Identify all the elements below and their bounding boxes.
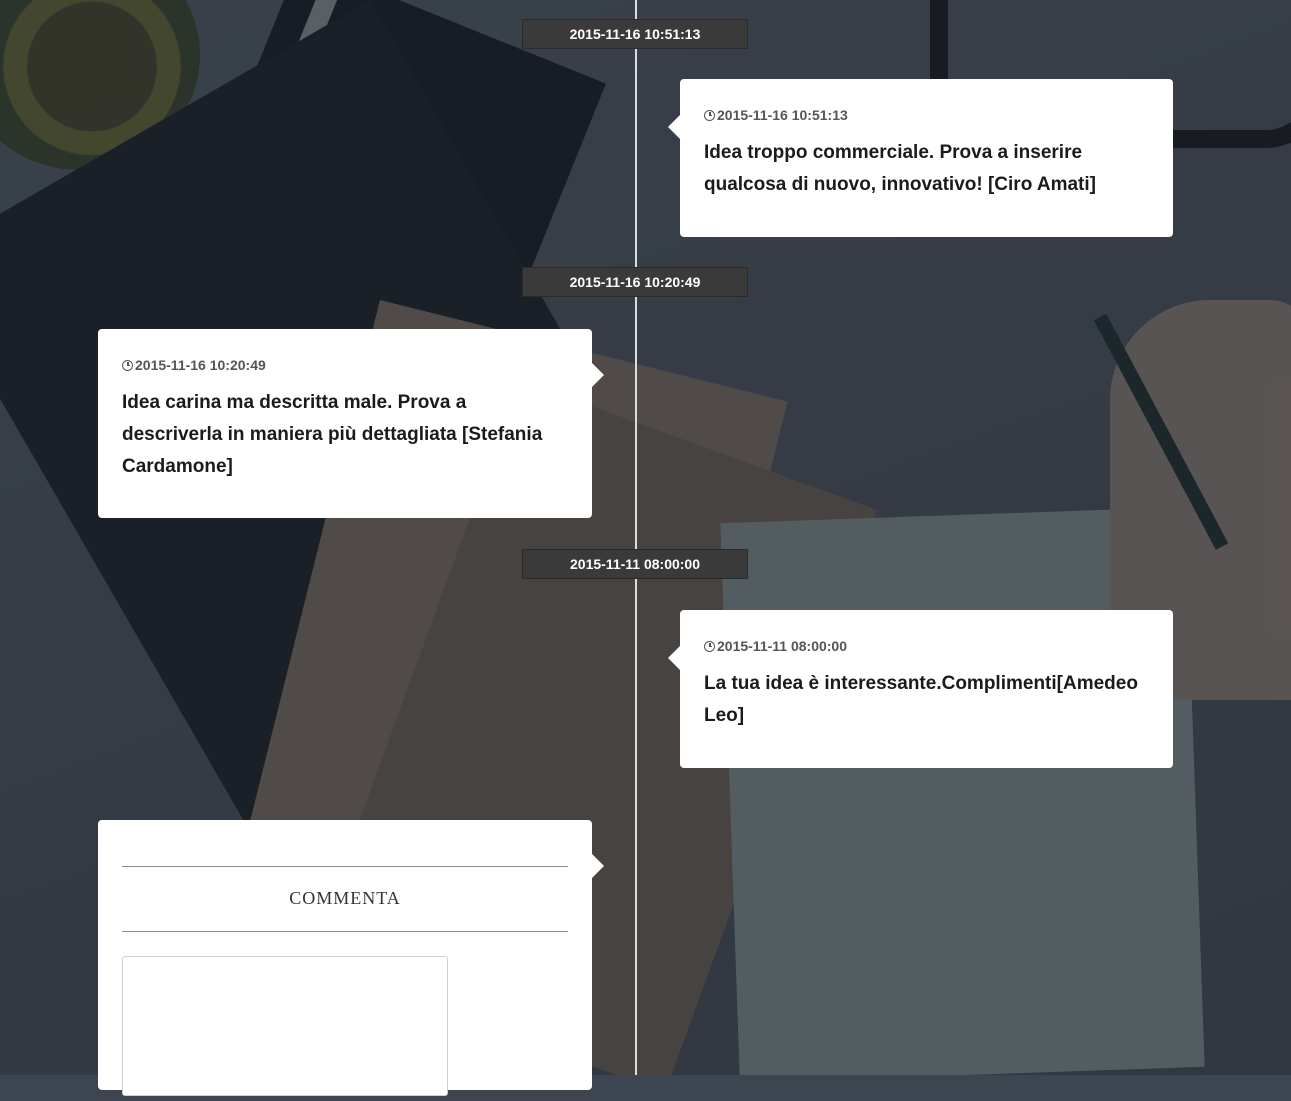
timeline-line xyxy=(635,0,637,1075)
divider xyxy=(122,931,568,932)
comment-form-title: COMMENTA xyxy=(289,888,401,908)
date-tag-label: 2015-11-16 10:20:49 xyxy=(569,274,701,290)
clock-icon xyxy=(704,640,715,652)
clock-icon xyxy=(704,109,715,121)
date-tag-label: 2015-11-11 08:00:00 xyxy=(570,556,700,572)
comment-meta: 2015-11-11 08:00:00 xyxy=(704,638,1149,654)
timeline-comment-card: 2015-11-16 10:51:13 Idea troppo commerci… xyxy=(668,79,1173,237)
date-tag: 2015-11-16 10:51:13 xyxy=(522,19,748,49)
timeline-comment-card: 2015-11-16 10:20:49 Idea carina ma descr… xyxy=(98,329,604,518)
comment-meta: 2015-11-16 10:51:13 xyxy=(704,107,1149,123)
comment-textarea[interactable] xyxy=(122,956,448,1096)
date-tag-label: 2015-11-16 10:51:13 xyxy=(569,26,701,42)
comment-timestamp: 2015-11-16 10:20:49 xyxy=(135,357,266,373)
date-tag: 2015-11-16 10:20:49 xyxy=(522,267,748,297)
comment-form: COMMENTA xyxy=(98,820,604,1096)
clock-icon xyxy=(122,359,133,371)
comment-text: Idea troppo commerciale. Prova a inserir… xyxy=(704,142,1096,195)
comment-meta: 2015-11-16 10:20:49 xyxy=(122,357,568,373)
comment-text: La tua idea è interessante.Complimenti[A… xyxy=(704,673,1138,726)
comment-timestamp: 2015-11-11 08:00:00 xyxy=(717,638,847,654)
comment-text: Idea carina ma descritta male. Prova a d… xyxy=(122,392,543,477)
timeline-comment-card: 2015-11-11 08:00:00 La tua idea è intere… xyxy=(668,610,1173,768)
date-tag: 2015-11-11 08:00:00 xyxy=(522,549,748,579)
comment-timestamp: 2015-11-16 10:51:13 xyxy=(717,107,848,123)
